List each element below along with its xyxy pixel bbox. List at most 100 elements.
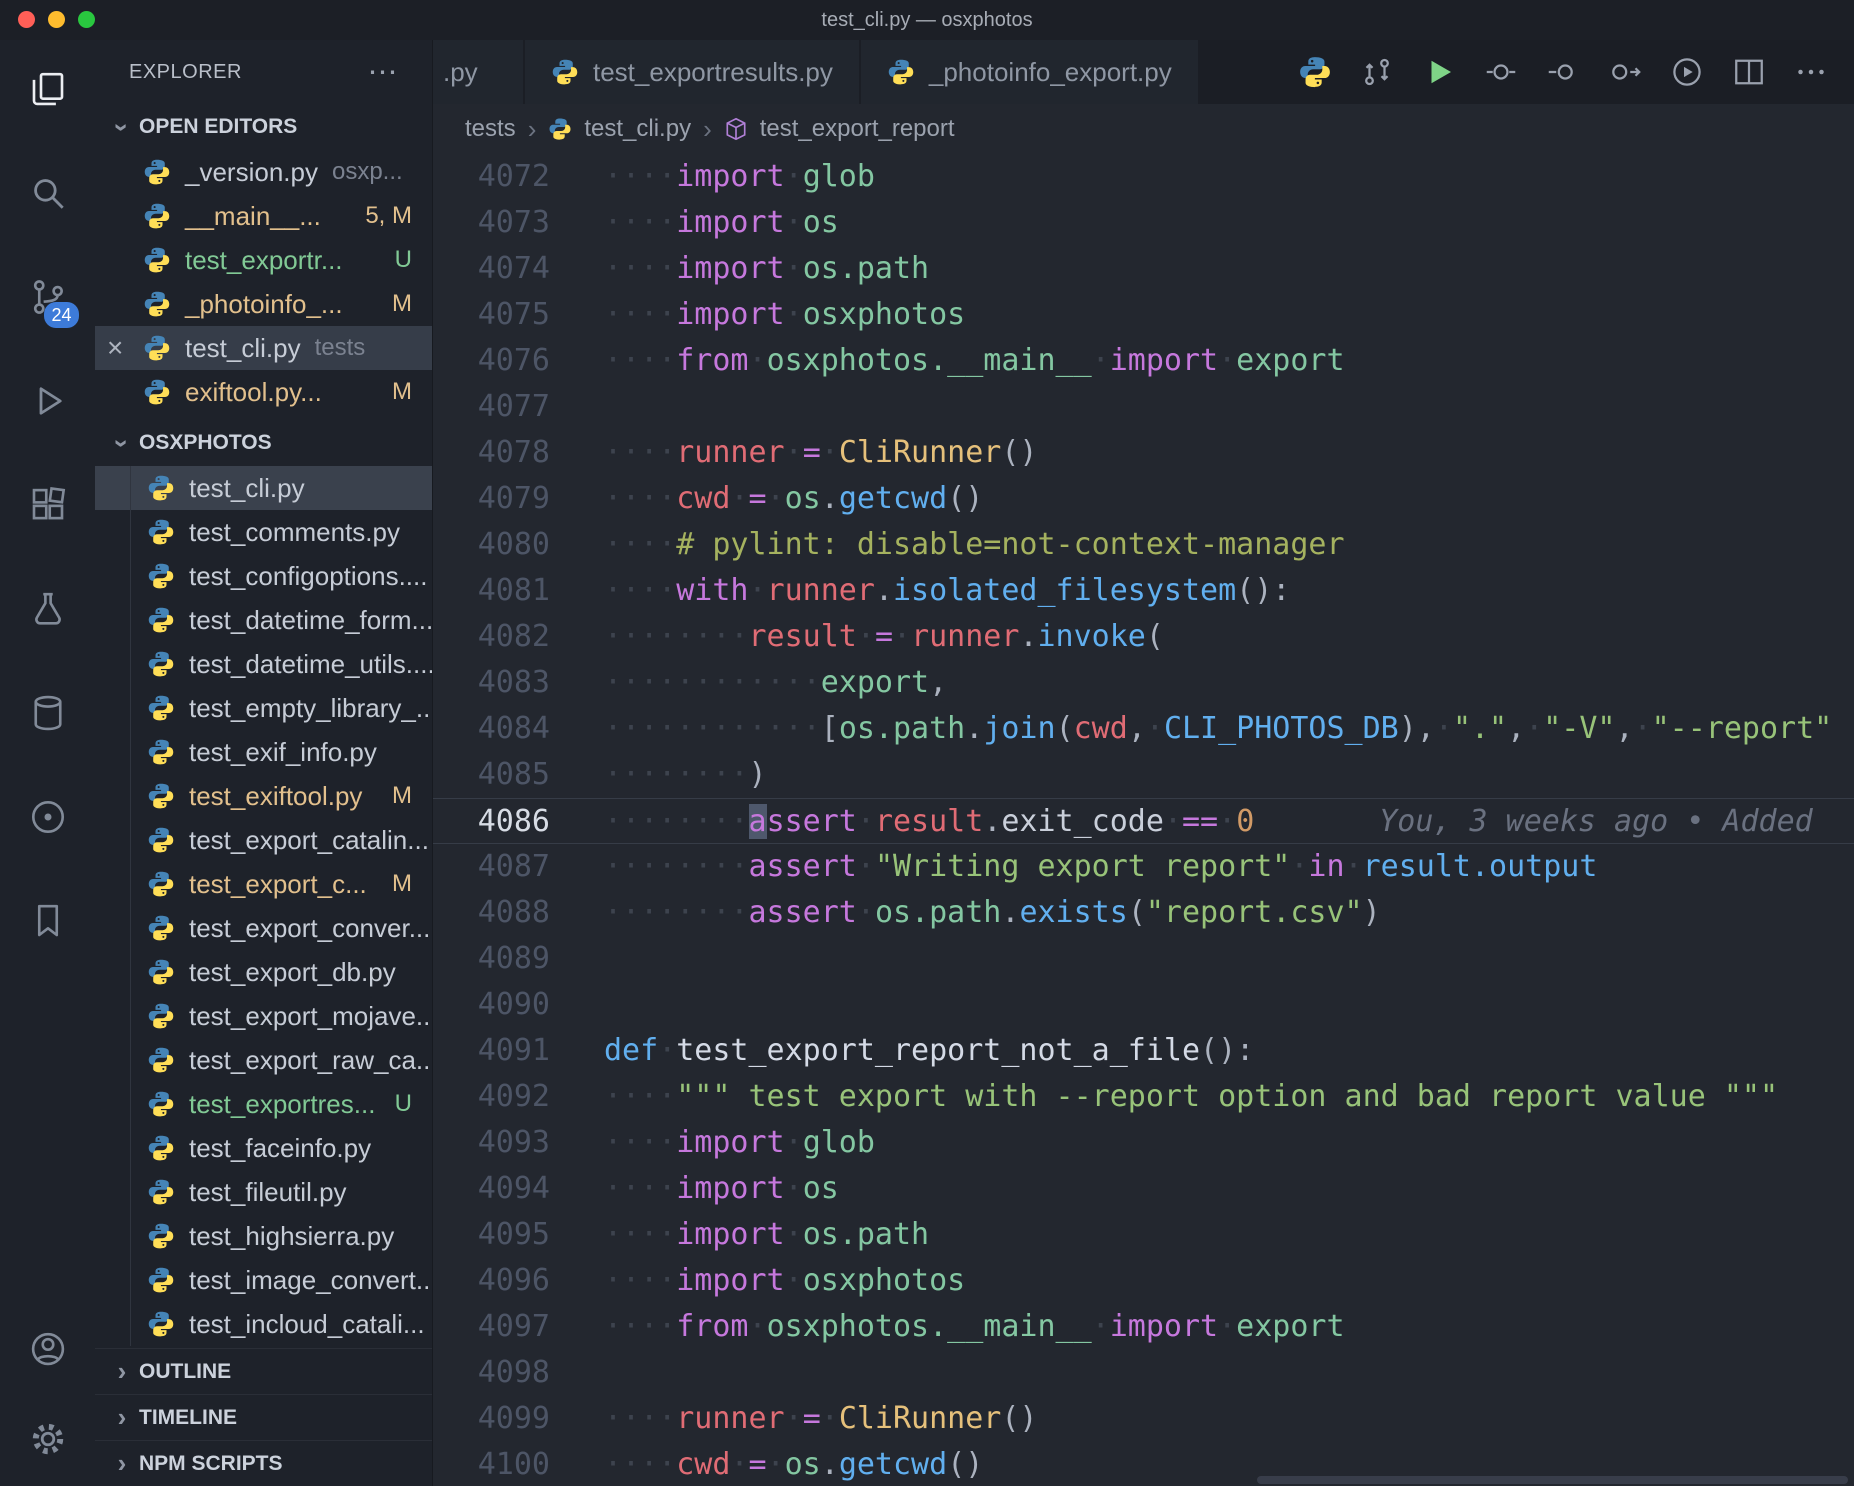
python-icon: [147, 1265, 177, 1295]
close-icon[interactable]: ×: [107, 332, 143, 364]
run-debug-icon[interactable]: [25, 378, 71, 424]
file-tree-item[interactable]: test_exif_info.py: [95, 730, 432, 774]
circle-arrow-icon[interactable]: [1604, 51, 1646, 93]
sidebar-section-timeline[interactable]: ›TIMELINE: [95, 1394, 432, 1440]
file-tree-item[interactable]: test_datetime_form...: [95, 598, 432, 642]
open-editor-item[interactable]: __main__...5, M: [95, 194, 432, 238]
file-tree-item[interactable]: test_highsierra.py: [95, 1214, 432, 1258]
settings-gear-icon[interactable]: [25, 1416, 71, 1462]
code-line[interactable]: 4095····import·os.path: [433, 1212, 1854, 1258]
editor-tab[interactable]: test_exportresults.py: [525, 40, 861, 104]
code-line[interactable]: 4076····from·osxphotos.__main__·import·e…: [433, 338, 1854, 384]
file-tree-item[interactable]: test_export_raw_ca...: [95, 1038, 432, 1082]
file-tree-item[interactable]: test_comments.py: [95, 510, 432, 554]
breadcrumb-file[interactable]: test_cli.py: [584, 115, 691, 143]
code-line[interactable]: 4086········assert·result.exit_code·==·0…: [433, 798, 1854, 844]
code-line[interactable]: 4082········result·=·runner.invoke(: [433, 614, 1854, 660]
file-tree-item[interactable]: test_image_convert...: [95, 1258, 432, 1302]
explorer-icon[interactable]: [25, 66, 71, 112]
views-more-actions-icon[interactable]: ⋯: [368, 55, 399, 90]
close-window-button[interactable]: [18, 11, 35, 28]
database-icon[interactable]: [25, 690, 71, 736]
source-control-icon[interactable]: 24: [25, 274, 71, 320]
file-tree-item[interactable]: test_datetime_utils....: [95, 642, 432, 686]
code-line[interactable]: 4080····# pylint: disable=not-context-ma…: [433, 522, 1854, 568]
code-line[interactable]: 4087········assert·"Writing export repor…: [433, 844, 1854, 890]
compare-changes-icon[interactable]: [1356, 51, 1398, 93]
section-open-editors[interactable]: › OPEN EDITORS: [95, 104, 432, 150]
sidebar-section-npm-scripts[interactable]: ›NPM SCRIPTS: [95, 1440, 432, 1486]
file-tree-item[interactable]: test_export_mojave...: [95, 994, 432, 1038]
code-line[interactable]: 4077: [433, 384, 1854, 430]
file-tree-item[interactable]: test_export_conver...: [95, 906, 432, 950]
bookmark-icon[interactable]: [25, 898, 71, 944]
code-line[interactable]: 4083············export,: [433, 660, 1854, 706]
file-tree-item[interactable]: test_cli.py: [95, 466, 432, 510]
file-tree-item[interactable]: test_exportres...U: [95, 1082, 432, 1126]
circle-dash-icon[interactable]: [1480, 51, 1522, 93]
extensions-icon[interactable]: [25, 482, 71, 528]
search-icon[interactable]: [25, 170, 71, 216]
code-line[interactable]: 4088········assert·os.path.exists("repor…: [433, 890, 1854, 936]
code-line[interactable]: 4079····cwd·=·os.getcwd(): [433, 476, 1854, 522]
file-tree-item[interactable]: test_configoptions....: [95, 554, 432, 598]
split-editor-icon[interactable]: [1728, 51, 1770, 93]
code-line[interactable]: 4073····import·os: [433, 200, 1854, 246]
account-icon[interactable]: [25, 1326, 71, 1372]
testing-flask-icon[interactable]: [25, 586, 71, 632]
code-line[interactable]: 4072····import·glob: [433, 154, 1854, 200]
file-tree-item[interactable]: test_export_c...M: [95, 862, 432, 906]
code-line[interactable]: 4081····with·runner.isolated_filesystem(…: [433, 568, 1854, 614]
open-editor-item[interactable]: test_exportr...U: [95, 238, 432, 282]
file-tree-item[interactable]: test_export_catalin...: [95, 818, 432, 862]
code-token: .: [1001, 895, 1019, 930]
code-line[interactable]: 4093····import·glob: [433, 1120, 1854, 1166]
run-button[interactable]: [1418, 51, 1460, 93]
code-line[interactable]: 4099····runner·=·CliRunner(): [433, 1396, 1854, 1442]
code-token: runner: [767, 573, 875, 608]
editor-tab[interactable]: _photoinfo_export.py: [861, 40, 1200, 104]
file-tree-item[interactable]: test_exiftool.pyM: [95, 774, 432, 818]
horizontal-scrollbar[interactable]: [1257, 1476, 1848, 1484]
breadcrumb-folder[interactable]: tests: [465, 115, 516, 143]
file-tree-item[interactable]: test_faceinfo.py: [95, 1126, 432, 1170]
circle-line-icon[interactable]: [1542, 51, 1584, 93]
play-circle-icon[interactable]: [1666, 51, 1708, 93]
open-editor-item[interactable]: ×test_cli.pytests: [95, 326, 432, 370]
python-icon: [143, 333, 173, 363]
code-line[interactable]: 4078····runner·=·CliRunner(): [433, 430, 1854, 476]
editor-tab[interactable]: .py: [433, 40, 525, 104]
file-tree-item[interactable]: test_export_db.py: [95, 950, 432, 994]
file-tree-item[interactable]: test_incloud_catali...: [95, 1302, 432, 1346]
file-tree-item[interactable]: test_fileutil.py: [95, 1170, 432, 1214]
code-line[interactable]: 4084············[os.path.join(cwd,·CLI_P…: [433, 706, 1854, 752]
code-line[interactable]: 4094····import·os: [433, 1166, 1854, 1212]
code-text: ····from·osxphotos.__main__·import·expor…: [550, 1304, 1345, 1350]
code-line[interactable]: 4075····import·osxphotos: [433, 292, 1854, 338]
code-line[interactable]: 4098: [433, 1350, 1854, 1396]
code-line[interactable]: 4074····import·os.path: [433, 246, 1854, 292]
code-line[interactable]: 4097····from·osxphotos.__main__·import·e…: [433, 1304, 1854, 1350]
code-line[interactable]: 4085········): [433, 752, 1854, 798]
code-token: ·: [785, 1217, 803, 1252]
code-editor[interactable]: 4072····import·glob4073····import·os4074…: [433, 154, 1854, 1486]
disc-icon[interactable]: [25, 794, 71, 840]
more-actions-icon[interactable]: [1790, 51, 1832, 93]
minimize-window-button[interactable]: [48, 11, 65, 28]
open-editor-item[interactable]: exiftool.py...M: [95, 370, 432, 414]
code-token: ,: [1507, 711, 1525, 746]
section-osxphotos[interactable]: › OSXPHOTOS: [95, 420, 432, 466]
code-line[interactable]: 4091def·test_export_report_not_a_file():: [433, 1028, 1854, 1074]
sidebar-section-outline[interactable]: ›OUTLINE: [95, 1348, 432, 1394]
file-tree-item[interactable]: test_empty_library_...: [95, 686, 432, 730]
breadcrumb-symbol[interactable]: test_export_report: [760, 115, 955, 143]
code-line[interactable]: 4092····""" test export with --report op…: [433, 1074, 1854, 1120]
code-line[interactable]: 4090: [433, 982, 1854, 1028]
code-line[interactable]: 4096····import·osxphotos: [433, 1258, 1854, 1304]
code-token: ········: [604, 804, 749, 839]
zoom-window-button[interactable]: [78, 11, 95, 28]
open-editor-item[interactable]: _photoinfo_...M: [95, 282, 432, 326]
code-line[interactable]: 4089: [433, 936, 1854, 982]
python-icon[interactable]: [1294, 51, 1336, 93]
open-editor-item[interactable]: _version.pyosxp...: [95, 150, 432, 194]
